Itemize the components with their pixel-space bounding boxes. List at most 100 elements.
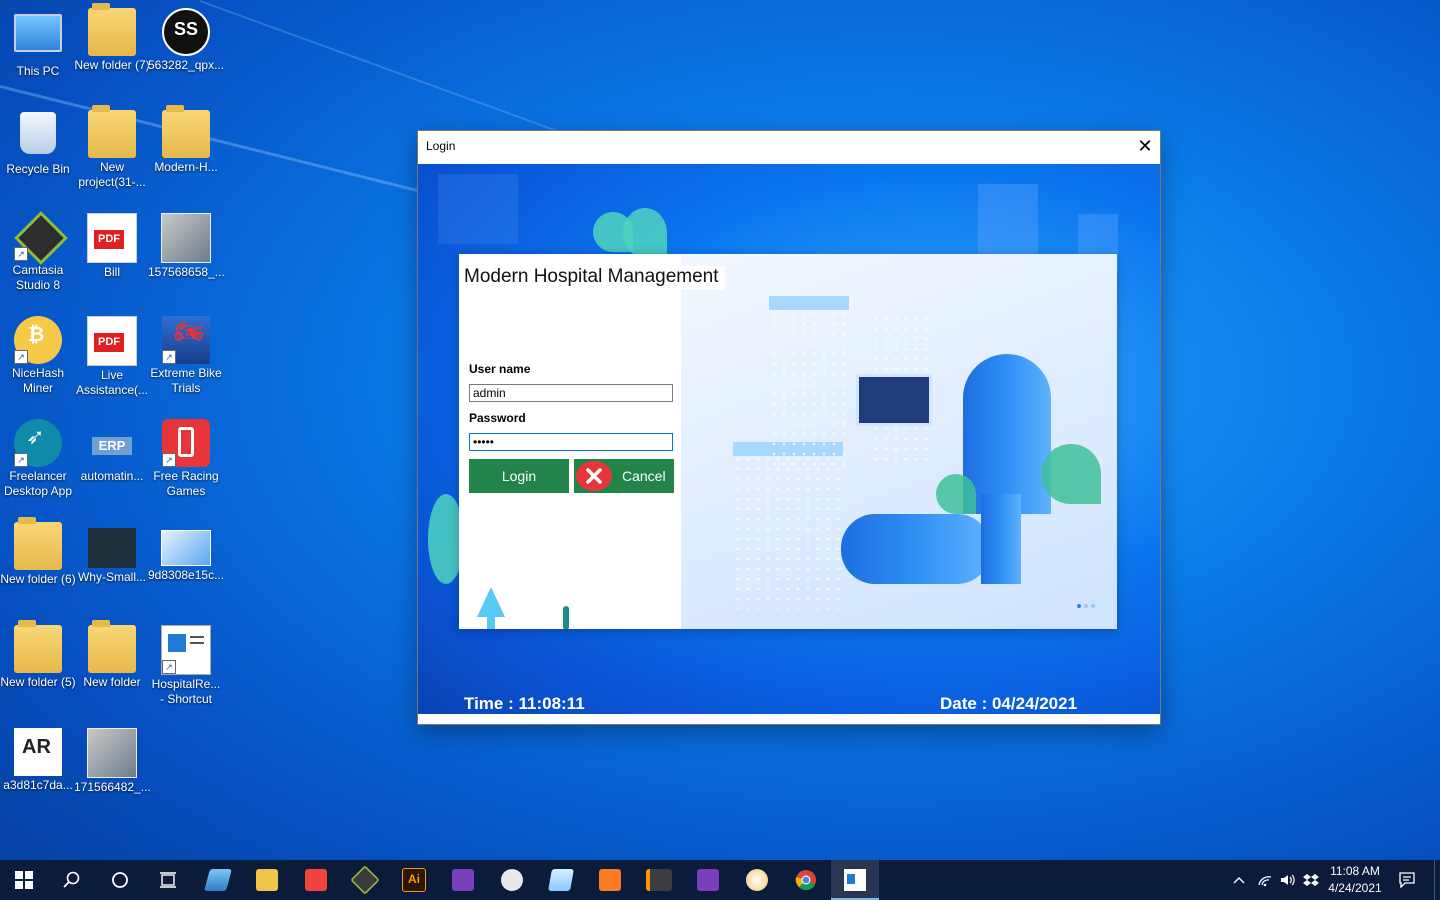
folder-icon <box>88 105 136 158</box>
desktop-icon-new-folder[interactable]: New folder <box>74 620 150 690</box>
pdf-icon: PDF <box>87 213 137 263</box>
carousel-dots <box>1074 595 1095 613</box>
cancel-button[interactable]: Cancel <box>574 459 674 493</box>
chevron-up-icon <box>1233 877 1245 884</box>
action-center-button[interactable] <box>1394 860 1420 900</box>
desktop-icon-live-assistance[interactable]: PDF Live Assistance(... <box>74 316 150 398</box>
taskbar-app-paint[interactable] <box>733 860 781 900</box>
taskbar-app-visual-studio[interactable] <box>439 860 487 900</box>
desktop-icon-label: New project(31-... <box>78 160 146 189</box>
desktop-icon-extreme-bike[interactable]: 🏍 ↗ Extreme Bike Trials <box>148 316 224 396</box>
show-desktop-button[interactable] <box>1434 860 1435 900</box>
illustration-building <box>769 309 849 469</box>
recycle-bin-icon <box>14 112 62 160</box>
taskbar-app-chrome[interactable] <box>782 860 830 900</box>
desktop-icon-new-project[interactable]: New project(31-... <box>74 105 150 190</box>
cortana-button[interactable] <box>96 860 144 900</box>
decorative-leaf <box>936 474 976 514</box>
desktop-icon-label: 563282_qpx... <box>148 58 225 72</box>
window-title: Login <box>426 139 456 153</box>
taskbar-app-illustrator[interactable]: Ai <box>390 860 438 900</box>
login-card: Modern Hospital Management User name Pas… <box>459 254 1117 629</box>
illustration-screen <box>856 374 932 426</box>
camtasia-icon: ↗ <box>14 211 68 265</box>
show-hidden-icons-button[interactable] <box>1228 860 1250 900</box>
desktop-icon-label: Bill <box>103 265 120 279</box>
time-display: Time : 11:08:11 <box>464 694 585 713</box>
visual-studio-icon <box>452 869 474 891</box>
password-input[interactable] <box>469 433 673 451</box>
desktop-icon-camtasia[interactable]: ↗ Camtasia Studio 8 <box>0 211 76 293</box>
desktop-icon-bill[interactable]: PDF Bill <box>74 213 150 280</box>
clock-time: 11:08 AM <box>1330 864 1380 878</box>
taskbar-app-notes[interactable] <box>537 860 585 900</box>
desktop-icon-freelancer[interactable]: ➶ ↗ Freelancer Desktop App <box>0 419 76 499</box>
illustration-building <box>981 494 1021 584</box>
desktop-icon-9d8308e15c[interactable]: 9d8308e15c... <box>148 522 224 583</box>
folder-icon <box>88 620 136 673</box>
illustration-building <box>769 296 849 310</box>
start-button[interactable] <box>0 860 48 900</box>
taskbar-clock[interactable]: 11:08 AM 4/24/2021 <box>1318 863 1392 897</box>
taskbar-app-paint-tool[interactable] <box>488 860 536 900</box>
desktop-icon-this-pc[interactable]: This PC <box>0 8 76 79</box>
taskbar-app-file-explorer[interactable] <box>243 860 291 900</box>
desktop-icon-nicehash[interactable]: ₿ ↗ NiceHash Miner <box>0 316 76 396</box>
taskbar-app-visual-studio-2[interactable] <box>684 860 732 900</box>
camtasia-icon <box>350 865 380 895</box>
desktop-icon-label: Live Assistance(... <box>75 368 149 397</box>
pdf-icon: PDF <box>87 316 137 366</box>
close-button[interactable]: ✕ <box>1130 131 1160 161</box>
taskbar: Ai 11:08 AM 4/24/2021 <box>0 860 1440 900</box>
volume-button[interactable] <box>1277 860 1299 900</box>
bike-game-icon: 🏍 ↗ <box>162 316 210 364</box>
desktop-icon-recycle-bin[interactable]: Recycle Bin <box>0 110 76 177</box>
chrome-icon <box>795 870 816 891</box>
notification-icon <box>1399 872 1415 888</box>
taskbar-app-hospital-login[interactable] <box>831 860 879 900</box>
app-title: Modern Hospital Management <box>464 266 725 290</box>
desktop-icon-171566482[interactable]: 171566482_... <box>74 728 151 795</box>
desktop-icon-label: New folder (6) <box>0 572 76 586</box>
taskbar-app-sublime[interactable] <box>635 860 683 900</box>
desktop-icon-label: Modern-H... <box>154 160 218 174</box>
window-titlebar[interactable]: Login ✕ <box>418 131 1160 164</box>
freelancer-icon: ➶ ↗ <box>14 419 62 467</box>
taskbar-app-camtasia[interactable] <box>341 860 389 900</box>
desktop-icon-label: New folder (7) <box>74 58 150 72</box>
desktop-icon-automatin[interactable]: ERP automatin... <box>74 419 150 484</box>
paint-palette-icon <box>746 869 768 891</box>
desktop-icon-why-small[interactable]: Why-Small... <box>74 522 150 585</box>
username-input[interactable] <box>469 384 673 402</box>
username-label: User name <box>469 362 531 376</box>
task-view-button[interactable] <box>144 860 192 900</box>
taskbar-app-anydesk[interactable] <box>292 860 340 900</box>
decorative-cube <box>438 174 518 244</box>
desktop-icon-label: a3d81c7da... <box>3 778 73 792</box>
login-button[interactable]: Login <box>469 459 569 493</box>
desktop-icon-modern-h[interactable]: Modern-H... <box>148 105 224 175</box>
desktop-icon-free-racing[interactable]: ↗ Free Racing Games <box>148 419 224 499</box>
taskbar-app-bluestack[interactable] <box>194 860 242 900</box>
desktop-icon-new-folder-6[interactable]: New folder (6) <box>0 517 76 587</box>
photo-thumbnail-icon <box>161 213 211 263</box>
desktop-icon-label: automatin... <box>80 469 144 483</box>
login-window: Login ✕ Modern Hospital Management User … <box>418 131 1160 724</box>
desktop-icon-157568658[interactable]: 157568658_... <box>148 213 225 280</box>
desktop-icon-label: Recycle Bin <box>6 162 70 176</box>
network-button[interactable] <box>1254 860 1276 900</box>
folder-icon <box>14 517 62 570</box>
taskbar-app-xampp[interactable] <box>586 860 634 900</box>
desktop-icon-new-folder-7[interactable]: New folder (7) <box>74 3 150 73</box>
app-window-icon <box>204 869 232 891</box>
desktop-icon-a3d81c7da[interactable]: AR a3d81c7da... <box>0 728 76 793</box>
desktop-icon-label: HospitalRe... - Shortcut <box>151 677 221 706</box>
desktop-icon-new-folder-5[interactable]: New folder (5) <box>0 620 76 690</box>
desktop-icon-hospitalre-shortcut[interactable]: ↗ HospitalRe... - Shortcut <box>148 625 224 707</box>
desktop-icon-label: Freelancer Desktop App <box>3 469 73 498</box>
desktop-icon-563282[interactable]: SS 563282_qpx... <box>148 8 224 73</box>
decorative-leaf <box>1041 444 1101 504</box>
search-button[interactable] <box>48 860 96 900</box>
illustrator-icon: Ai <box>402 868 426 892</box>
decorative-figure <box>563 606 569 629</box>
